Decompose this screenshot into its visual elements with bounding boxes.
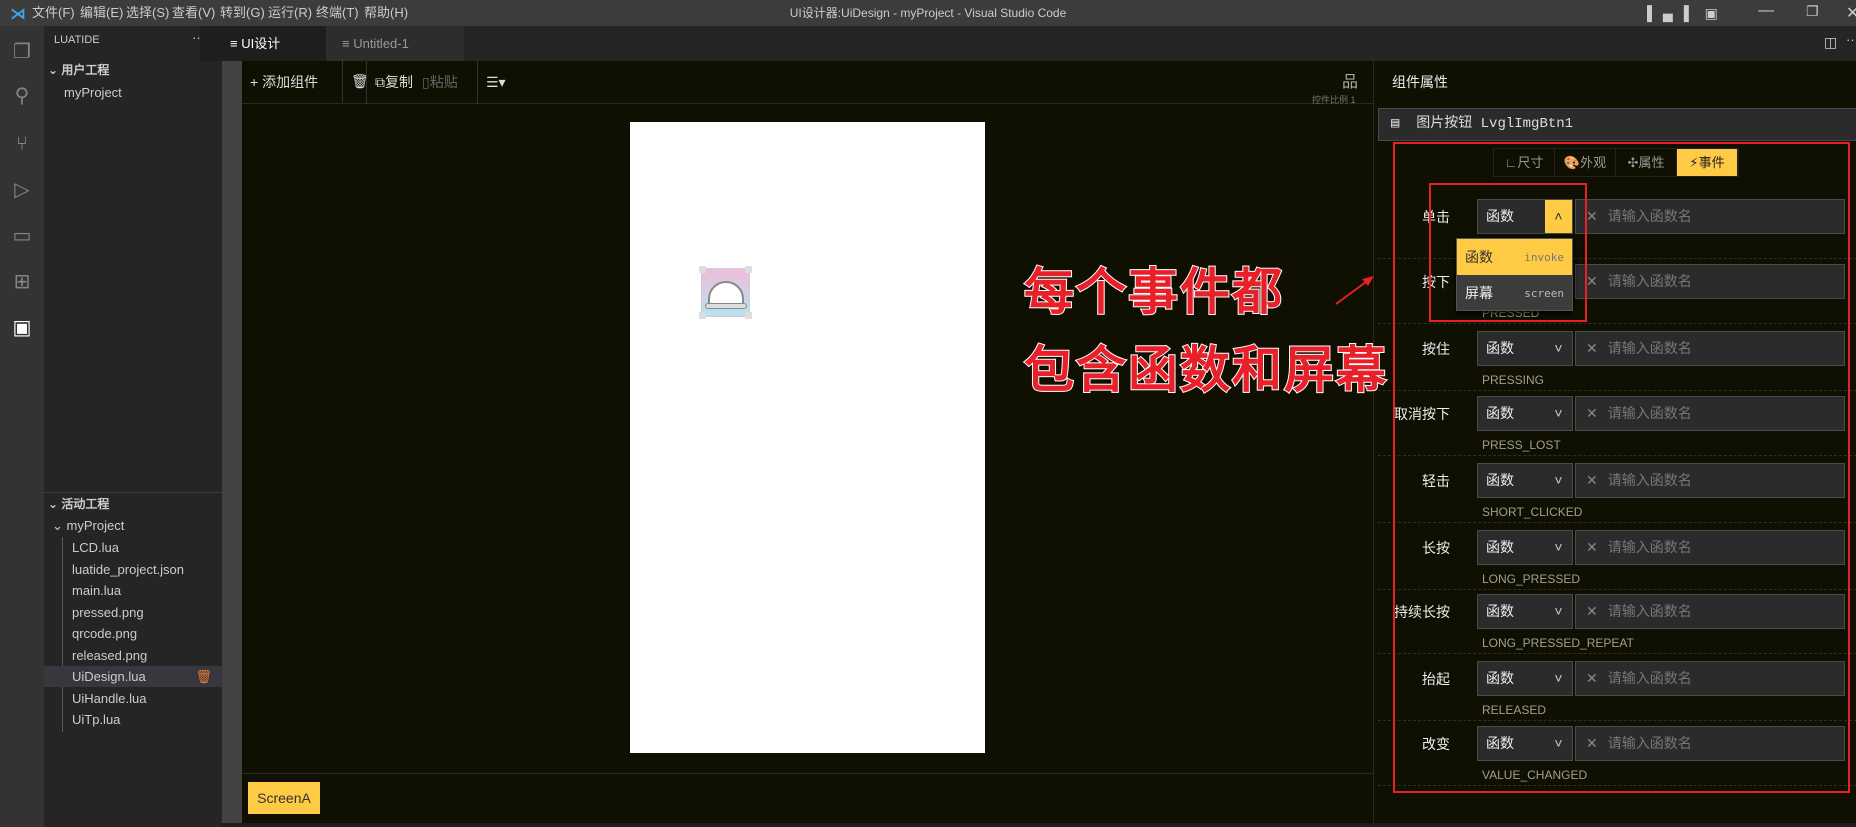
clipboard-icon: ▯	[422, 74, 430, 90]
run-debug-icon[interactable]: ▷	[10, 178, 34, 202]
add-component-button[interactable]: + 添加组件	[250, 61, 318, 104]
resize-handle[interactable]	[699, 266, 706, 273]
file-item[interactable]: luatide_project.json	[44, 559, 222, 580]
designer-toolbar: + 添加组件 🗑 ⧉复制 ▯粘贴 ☰▾ 品 控件比例 1	[242, 60, 1373, 105]
paste-button[interactable]: ▯粘贴	[422, 61, 458, 104]
component-header[interactable]: ▤ 图片按钮 LvglImgBtn1	[1378, 108, 1856, 141]
minimize-button[interactable]: —	[1758, 2, 1774, 20]
screen-tabs: ScreenA	[242, 773, 1373, 823]
title-bar: ⋊ 文件(F) 编辑(E) 选择(S) 查看(V) 转到(G) 运行(R) 终端(T) 帮助(…	[0, 0, 1856, 26]
chevron-down-icon: ⌄	[48, 497, 62, 511]
copy-button[interactable]: ⧉复制	[366, 61, 413, 104]
scale-label: 控件比例 1	[1312, 95, 1356, 105]
tab-bar: ≡ UI设计器:UiDesign ✕ ≡ Untitled-1 ◫ ···	[200, 26, 1856, 86]
type-dropdown: 函数 invoke 屏幕 screen	[1456, 238, 1573, 311]
explorer-icon[interactable]: ❐	[10, 40, 34, 64]
file-item[interactable]: LCD.lua	[44, 537, 222, 558]
active-project-item[interactable]: ⌄ myProject	[52, 515, 124, 536]
remote-explorer-icon[interactable]: ▭	[10, 224, 34, 248]
resize-handle[interactable]	[745, 312, 752, 319]
screen-tab-screena[interactable]: ScreenA	[248, 782, 320, 814]
window-title: UI设计器:UiDesign - myProject - Visual Stud…	[789, 6, 1067, 20]
file-item[interactable]: UiTp.lua	[44, 709, 222, 730]
file-lines-icon: ≡	[342, 36, 354, 51]
annotation-arrow-icon	[1335, 276, 1374, 305]
align-menu-icon[interactable]: ☰▾	[477, 61, 506, 104]
user-projects-section[interactable]: ⌄ 用户工程	[44, 60, 222, 81]
tab-uidesign[interactable]: ≡ UI设计器:UiDesign ✕	[200, 26, 326, 86]
annotation-line-2: 包含函数和屏幕	[1023, 340, 1388, 400]
delete-file-icon[interactable]: 🗑	[195, 666, 212, 687]
search-icon[interactable]: ⚲	[10, 84, 34, 108]
restore-button[interactable]: ❐	[1806, 3, 1819, 20]
file-item[interactable]: main.lua	[44, 580, 222, 601]
layout-toggle-icons[interactable]: ▌▄▐ ▣	[1647, 5, 1724, 22]
copy-icon: ⧉	[375, 74, 385, 90]
activity-bar: ❐ ⚲ ⑂ ▷ ▭ ⊞ ▣	[0, 26, 44, 827]
calculator-icon: ▤	[1391, 116, 1408, 132]
file-item[interactable]: UiDesign.lua 🗑	[44, 666, 222, 687]
extensions-icon[interactable]: ⊞	[10, 270, 34, 294]
source-control-icon[interactable]: ⑂	[10, 132, 34, 156]
resize-handle[interactable]	[699, 312, 706, 319]
panel-title: 组件属性	[1392, 74, 1448, 90]
split-editor-icon[interactable]: ◫	[1824, 34, 1837, 51]
tab-untitled-1[interactable]: ≡ Untitled-1	[326, 26, 464, 61]
chevron-down-icon: ⌄	[48, 63, 62, 77]
dropdown-option-screen[interactable]: 屏幕 screen	[1457, 275, 1572, 311]
annotation-line-1: 每个事件都	[1023, 262, 1284, 322]
file-item[interactable]: qrcode.png	[44, 623, 222, 644]
screen-canvas[interactable]	[630, 122, 985, 753]
delete-icon[interactable]: 🗑	[342, 60, 369, 103]
user-project-item[interactable]: myProject	[64, 82, 122, 103]
image-button-widget[interactable]	[699, 266, 752, 319]
bell-icon	[708, 281, 744, 305]
file-item[interactable]: UiHandle.lua	[44, 688, 222, 709]
luatide-chip-icon[interactable]: ▣	[10, 316, 34, 340]
active-projects-section[interactable]: ⌄ 活动工程	[44, 494, 222, 515]
sidebar: LUATIDE ··· ⌄ 用户工程 myProject ⌄ 活动工程 ⌄ my…	[44, 26, 222, 827]
resize-handle[interactable]	[745, 266, 752, 273]
file-item[interactable]: released.png	[44, 645, 222, 666]
file-item[interactable]: pressed.png	[44, 602, 222, 623]
chevron-down-icon: ⌄	[52, 518, 67, 533]
scrollbar[interactable]	[222, 61, 242, 823]
dropdown-option-invoke[interactable]: 函数 invoke	[1457, 239, 1572, 275]
more-actions-icon[interactable]: ···	[1846, 32, 1856, 47]
close-window-button[interactable]: ✕	[1846, 3, 1856, 23]
file-lines-icon: ≡	[230, 36, 242, 51]
sidebar-header: LUATIDE	[54, 34, 100, 46]
